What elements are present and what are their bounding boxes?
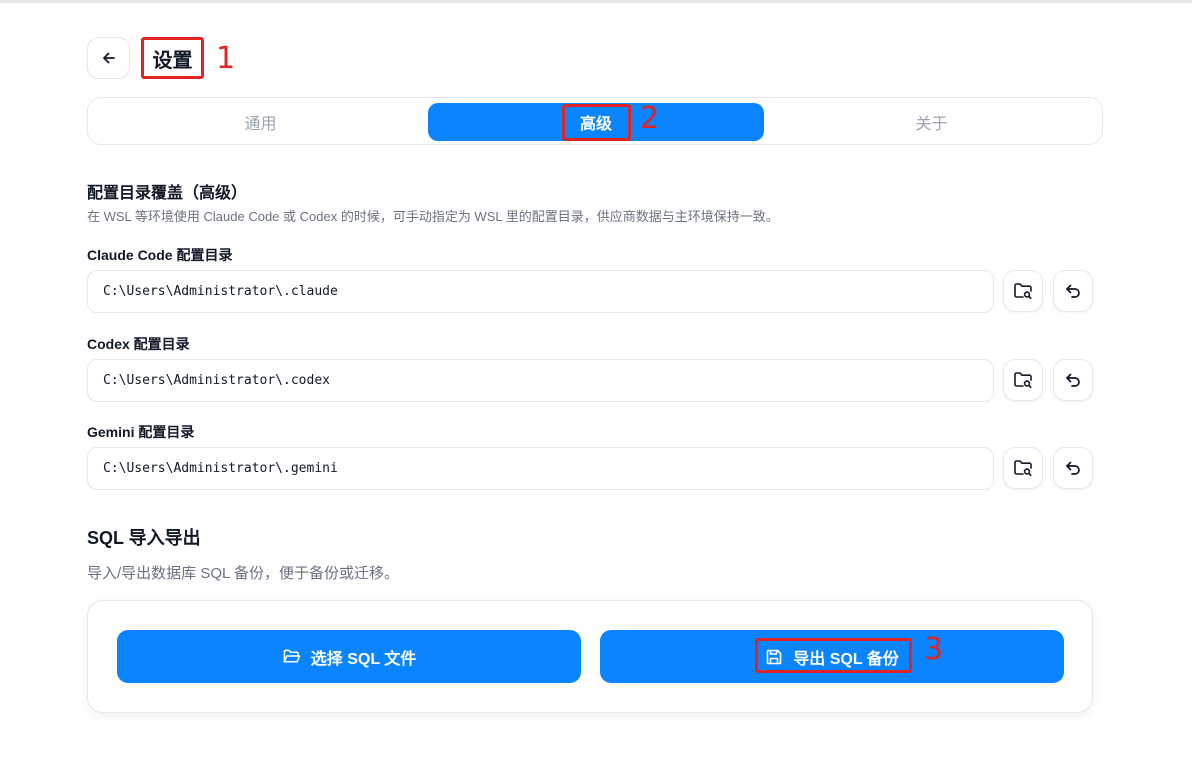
arrow-left-icon bbox=[102, 52, 115, 64]
page-title: 设置 bbox=[152, 49, 193, 72]
folder-search-icon bbox=[1014, 283, 1032, 300]
title-highlight: 设置 bbox=[141, 37, 204, 79]
export-button-highlight bbox=[755, 638, 912, 673]
select-sql-file-button[interactable]: 选择 SQL 文件 bbox=[117, 630, 581, 683]
gemini-dir-label: Gemini 配置目录 bbox=[87, 424, 195, 440]
select-sql-file-label: 选择 SQL 文件 bbox=[310, 650, 417, 668]
folder-search-icon bbox=[1014, 372, 1032, 389]
back-button[interactable] bbox=[87, 37, 130, 79]
annotation-3: 3 bbox=[924, 632, 944, 667]
gemini-dir-input[interactable] bbox=[87, 447, 994, 490]
codex-dir-label: Codex 配置目录 bbox=[87, 336, 190, 352]
codex-reset-button[interactable] bbox=[1053, 359, 1093, 401]
undo-icon bbox=[1066, 373, 1080, 387]
folder-open-icon bbox=[283, 649, 301, 663]
claude-reset-button[interactable] bbox=[1053, 270, 1093, 312]
config-override-description: 在 WSL 等环境使用 Claude Code 或 Codex 的时候，可手动指… bbox=[87, 209, 779, 224]
gemini-browse-button[interactable] bbox=[1003, 447, 1043, 489]
folder-search-icon bbox=[1014, 460, 1032, 477]
sql-section-description: 导入/导出数据库 SQL 备份，便于备份或迁移。 bbox=[87, 565, 399, 582]
claude-dir-input[interactable] bbox=[87, 270, 994, 313]
annotation-1: 1 bbox=[216, 41, 236, 76]
claude-dir-label: Claude Code 配置目录 bbox=[87, 247, 233, 263]
tab-general[interactable]: 通用 bbox=[93, 103, 428, 141]
undo-icon bbox=[1066, 284, 1080, 298]
undo-icon bbox=[1066, 461, 1080, 475]
config-override-title: 配置目录覆盖（高级） bbox=[87, 185, 248, 202]
annotation-2: 2 bbox=[640, 101, 660, 136]
top-border bbox=[0, 0, 1192, 3]
codex-dir-input[interactable] bbox=[87, 359, 994, 402]
codex-browse-button[interactable] bbox=[1003, 359, 1043, 401]
tab-advanced-highlight bbox=[562, 104, 631, 141]
gemini-reset-button[interactable] bbox=[1053, 447, 1093, 489]
sql-section-title: SQL 导入导出 bbox=[87, 528, 201, 548]
tab-about[interactable]: 关于 bbox=[764, 103, 1099, 141]
claude-browse-button[interactable] bbox=[1003, 270, 1043, 312]
